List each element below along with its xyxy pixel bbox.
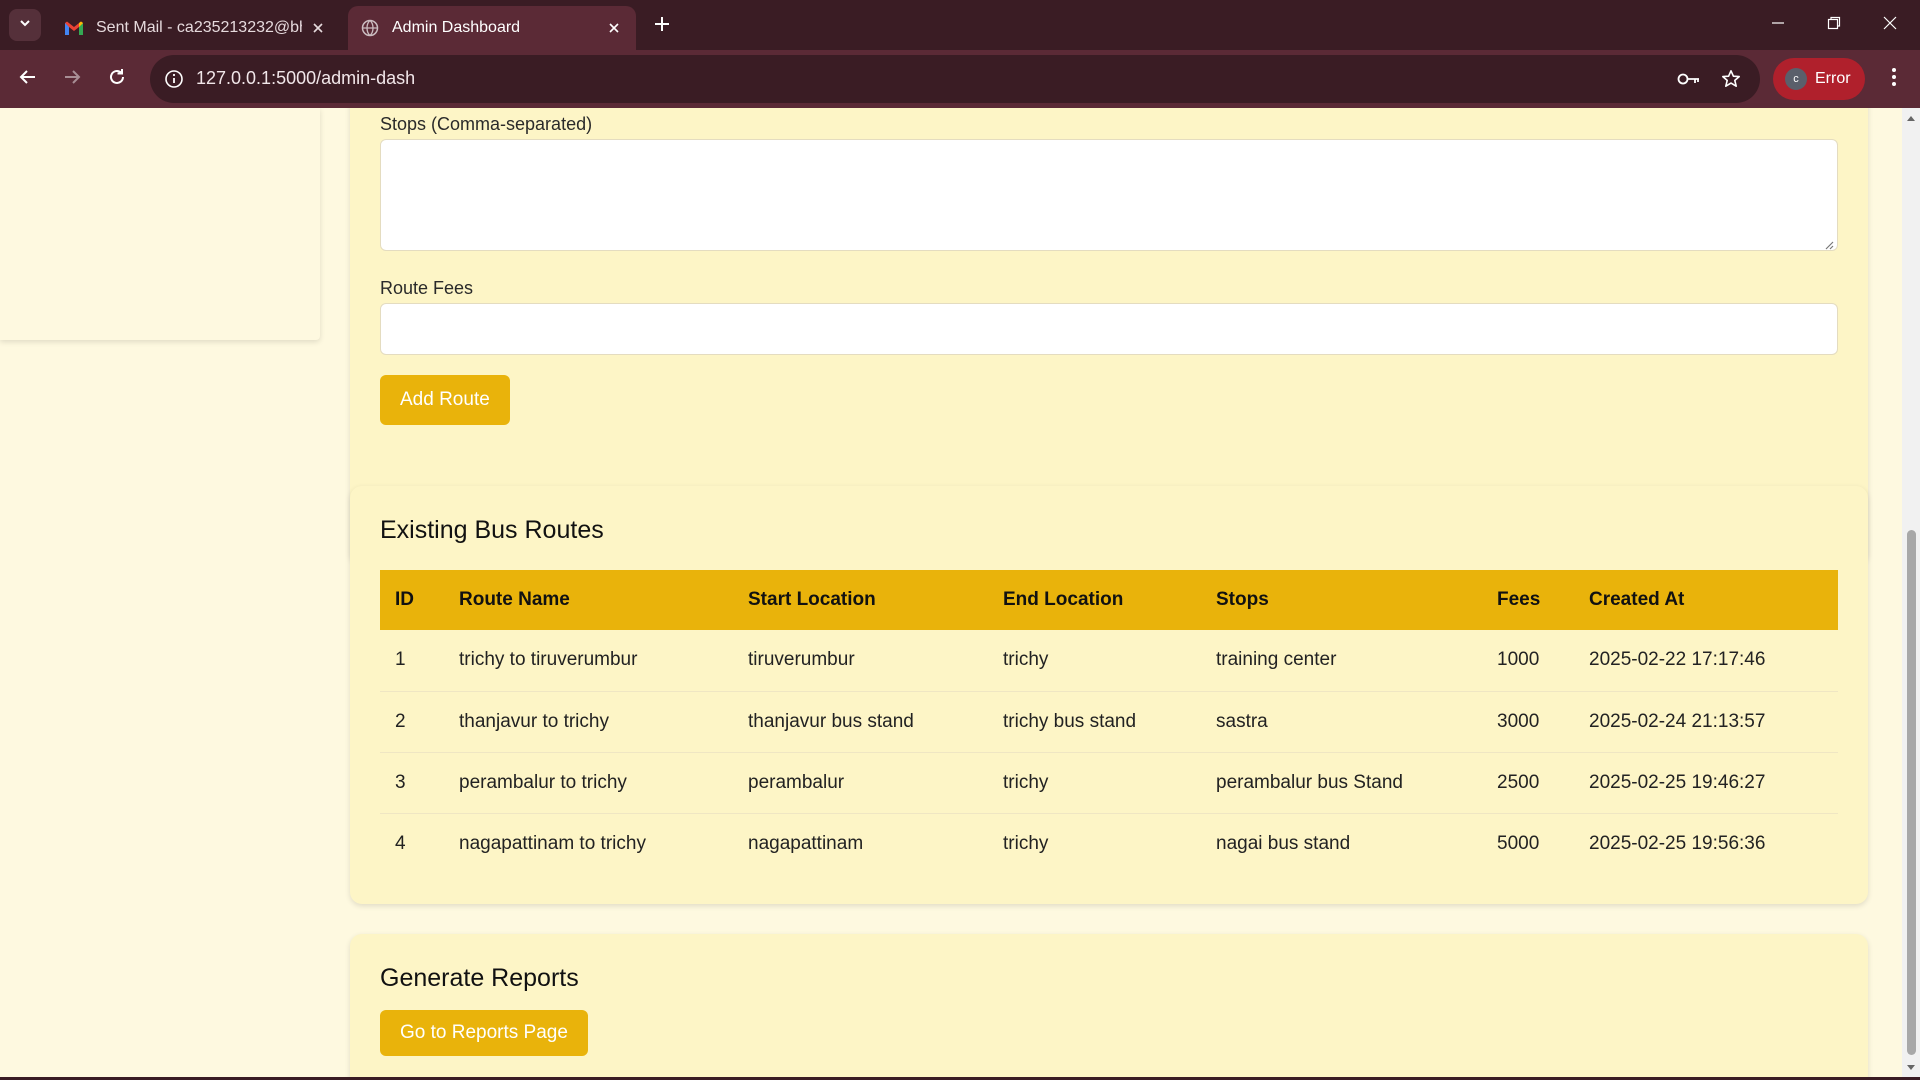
tab-admin-dashboard[interactable]: Admin Dashboard (348, 6, 636, 50)
page-scrollbar[interactable] (1902, 108, 1920, 1078)
cell-route-name: perambalur to trichy (459, 771, 627, 793)
cell-stops: sastra (1216, 710, 1268, 732)
table-row: 1 trichy to tiruverumbur tiruverumbur tr… (380, 630, 1838, 691)
cell-end-location: trichy (1003, 649, 1049, 671)
restore-button[interactable] (1806, 0, 1862, 50)
cell-start-location: perambalur (748, 771, 845, 793)
cell-id: 2 (395, 710, 406, 732)
gmail-icon (64, 18, 84, 38)
sidebar (0, 108, 320, 340)
column-header: Created At (1589, 589, 1685, 610)
cell-end-location: trichy (1003, 771, 1049, 793)
cell-created-at: 2025-02-24 21:13:57 (1589, 710, 1766, 732)
generate-reports-card: Generate Reports Go to Reports Page (350, 934, 1868, 1078)
table-header-row: ID Route Name Start Location End Locatio… (380, 570, 1838, 630)
globe-icon (360, 18, 380, 38)
column-header: Route Name (459, 589, 570, 610)
tab-sent-mail[interactable]: Sent Mail - ca235213232@bhc.e (52, 6, 340, 50)
cell-fees: 5000 (1497, 832, 1540, 854)
route-fees-input[interactable] (380, 303, 1838, 355)
address-bar[interactable]: 127.0.0.1:5000/admin-dash (150, 55, 1760, 103)
restore-icon (1827, 16, 1841, 35)
column-header: Start Location (748, 589, 876, 610)
tab-title: Admin Dashboard (392, 19, 521, 36)
scroll-down-arrow-icon[interactable] (1902, 1060, 1920, 1076)
existing-routes-card: Existing Bus Routes ID Route Name Start … (350, 486, 1868, 904)
cell-id: 3 (395, 771, 406, 793)
bookmark-star-icon[interactable] (1718, 66, 1744, 92)
cell-fees: 3000 (1497, 710, 1540, 732)
section-title: Existing Bus Routes (380, 516, 604, 544)
cell-id: 1 (395, 649, 406, 671)
avatar: c (1785, 68, 1807, 90)
browser-tab-bar: Sent Mail - ca235213232@bhc.e Admin Dash… (0, 0, 1920, 50)
profile-status: Error (1815, 70, 1851, 87)
table-row: 3 perambalur to trichy perambalur trichy… (380, 752, 1838, 813)
cell-id: 4 (395, 832, 406, 854)
tab-title: Sent Mail - ca235213232@bhc.e (96, 19, 302, 36)
cell-fees: 1000 (1497, 649, 1540, 671)
cell-end-location: trichy bus stand (1003, 710, 1137, 732)
plus-icon (654, 16, 670, 37)
back-button[interactable] (12, 63, 44, 95)
chevron-down-icon (18, 16, 32, 35)
column-header: Fees (1497, 589, 1541, 610)
minimize-button[interactable] (1750, 0, 1806, 50)
cell-created-at: 2025-02-25 19:56:36 (1589, 832, 1766, 854)
column-header: ID (395, 589, 414, 610)
cell-route-name: thanjavur to trichy (459, 710, 609, 732)
scroll-up-arrow-icon[interactable] (1902, 110, 1920, 126)
close-icon[interactable] (604, 18, 624, 38)
site-info-icon[interactable] (162, 67, 186, 91)
cell-route-name: nagapattinam to trichy (459, 832, 646, 854)
browser-toolbar: 127.0.0.1:5000/admin-dash c Error (0, 50, 1920, 108)
cell-created-at: 2025-02-25 19:46:27 (1589, 771, 1766, 793)
forward-button[interactable] (56, 63, 88, 95)
routes-table: ID Route Name Start Location End Locatio… (380, 570, 1838, 874)
profile-error-button[interactable]: c Error (1773, 58, 1865, 100)
cell-stops: training center (1216, 649, 1337, 671)
scrollbar-thumb[interactable] (1907, 530, 1916, 1055)
table-row: 4 nagapattinam to trichy nagapattinam tr… (380, 813, 1838, 874)
minimize-icon (1771, 16, 1785, 35)
arrow-right-icon (63, 68, 81, 91)
cell-stops: perambalur bus Stand (1216, 771, 1403, 793)
stops-textarea[interactable] (380, 139, 1838, 251)
stops-label: Stops (Comma-separated) (380, 114, 593, 134)
tab-search-button[interactable] (9, 9, 41, 41)
kebab-menu-icon (1891, 67, 1897, 92)
cell-start-location: nagapattinam (748, 832, 864, 854)
url-text[interactable]: 127.0.0.1:5000/admin-dash (196, 68, 415, 89)
cell-start-location: thanjavur bus stand (748, 710, 914, 732)
table-row: 2 thanjavur to trichy thanjavur bus stan… (380, 691, 1838, 752)
go-to-reports-button[interactable]: Go to Reports Page (380, 1010, 588, 1056)
window-close-button[interactable] (1862, 0, 1918, 50)
password-key-icon[interactable] (1676, 67, 1702, 91)
cell-end-location: trichy (1003, 832, 1049, 854)
new-tab-button[interactable] (648, 12, 676, 40)
cell-start-location: tiruverumbur (748, 649, 855, 671)
cell-fees: 2500 (1497, 771, 1540, 793)
close-icon (1883, 16, 1897, 35)
cell-stops: nagai bus stand (1216, 832, 1351, 854)
column-header: End Location (1003, 589, 1124, 610)
add-route-button[interactable]: Add Route (380, 375, 510, 425)
route-fees-label: Route Fees (380, 278, 474, 298)
reload-button[interactable] (101, 63, 133, 95)
close-icon[interactable] (308, 18, 328, 38)
reload-icon (108, 68, 126, 91)
cell-route-name: trichy to tiruverumbur (459, 649, 638, 671)
page-viewport: Stops (Comma-separated) Route Fees Add R… (0, 108, 1902, 1078)
arrow-left-icon (19, 68, 37, 91)
column-header: Stops (1216, 589, 1269, 610)
resize-grip-icon[interactable] (1824, 237, 1834, 250)
browser-menu-button[interactable] (1878, 63, 1910, 95)
cell-created-at: 2025-02-22 17:17:46 (1589, 649, 1766, 671)
section-title: Generate Reports (380, 964, 579, 992)
